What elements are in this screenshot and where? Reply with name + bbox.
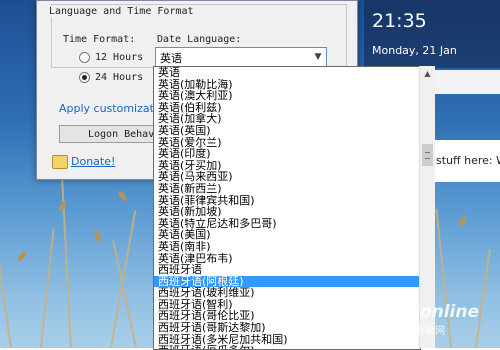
dropdown-option[interactable]: 英语(伯利兹) (154, 102, 420, 114)
dropdown-option[interactable]: 英语(南非) (154, 241, 420, 253)
date-language-dropdown-list[interactable]: 英语 英语(加勒比海) 英语(澳大利亚) 英语(伯利兹) 英语(加拿大) 英语(英国) 英语… (153, 66, 421, 350)
radio-24-hours[interactable] (79, 72, 90, 83)
dropdown-option[interactable]: 英语(马来西亚) (154, 171, 420, 183)
scroll-up-icon[interactable]: ▲ (420, 66, 435, 81)
dropdown-option[interactable]: 英语(菲律宾共和国) (154, 195, 420, 207)
radio-24-label: 24 Hours (95, 72, 144, 83)
chevron-down-icon[interactable]: ▼ (310, 48, 326, 66)
dropdown-option[interactable]: 西班牙语(阿根廷) (154, 275, 420, 288)
group-title: Language and Time Format (47, 6, 196, 17)
dropdown-option[interactable]: 英语(爱尔兰) (154, 137, 420, 149)
dropdown-option[interactable]: 英语(美国) (154, 229, 420, 241)
notification-text: stuff here: W (436, 154, 500, 167)
dropdown-option[interactable]: 英语(特立尼达和多巴哥) (154, 218, 420, 230)
dropdown-option[interactable]: 英语(印度) (154, 148, 420, 160)
dropdown-option[interactable]: 西班牙语(哥伦比亚) (154, 310, 420, 322)
dropdown-option[interactable]: 英语(新西兰) (154, 183, 420, 195)
watermark-subtitle: 太平洋电脑网 (385, 326, 445, 337)
dropdown-option[interactable]: 英语(津巴布韦) (154, 253, 420, 265)
dropdown-option[interactable]: 英语(牙买加) (154, 160, 420, 172)
clock-date: Monday, 21 Jan (372, 44, 457, 57)
dropdown-option[interactable]: 英语(加拿大) (154, 113, 420, 125)
radio-12-label: 12 Hours (95, 52, 144, 63)
dropdown-option[interactable]: 英语 (154, 67, 420, 79)
dropdown-option[interactable]: 英语(英国) (154, 125, 420, 137)
scrollbar-thumb[interactable] (422, 144, 433, 166)
date-language-combobox[interactable]: 英语 ▼ (155, 47, 327, 67)
start-clock-panel: 21:35 Monday, 21 Jan (364, 0, 500, 68)
donate-link[interactable]: Donate! (71, 155, 115, 168)
watermark-logo: PConline (395, 302, 480, 322)
dropdown-option[interactable]: 西班牙语(哥斯达黎加) (154, 322, 420, 334)
donate-icon (52, 155, 68, 169)
time-format-label: Time Format: (63, 34, 136, 45)
combo-value: 英语 (160, 52, 182, 65)
dropdown-option[interactable]: 西班牙语(多米尼加共和国) (154, 334, 420, 346)
radio-12-hours[interactable] (79, 52, 90, 63)
clock-time: 21:35 (372, 10, 427, 32)
dropdown-option[interactable]: 西班牙语(智利) (154, 299, 420, 311)
dropdown-option[interactable]: 英语(澳大利亚) (154, 90, 420, 102)
dropdown-option[interactable]: 英语(加勒比海) (154, 79, 420, 91)
dropdown-option[interactable]: 英语(新加坡) (154, 206, 420, 218)
dropdown-option[interactable]: 西班牙语 (154, 264, 420, 276)
dropdown-option[interactable]: 西班牙语(玻利维亚) (154, 287, 420, 299)
date-language-label: Date Language: (157, 34, 242, 45)
